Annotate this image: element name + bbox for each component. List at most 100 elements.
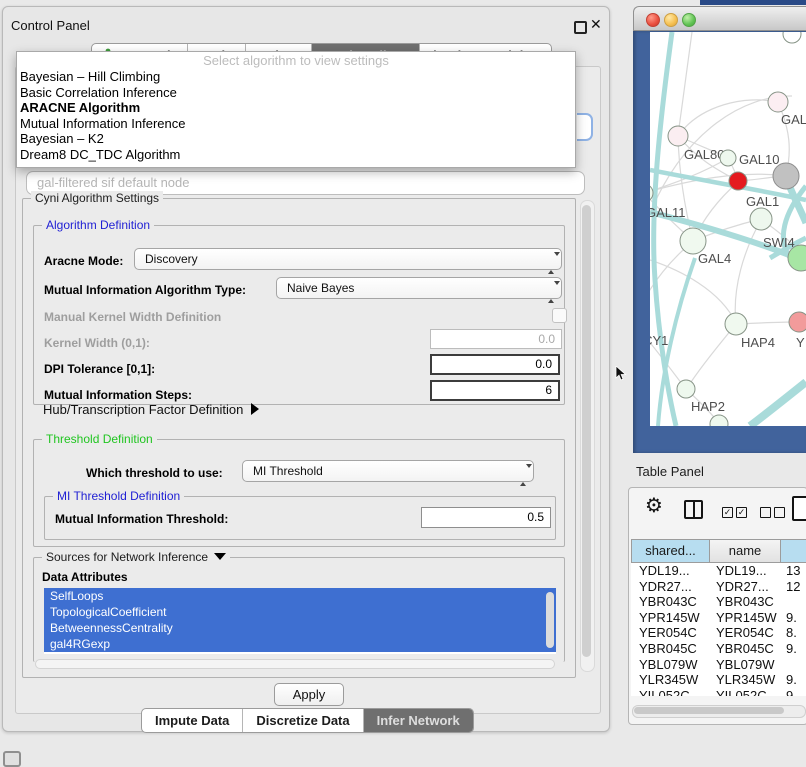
gear-icon[interactable]: ⚙ — [645, 496, 663, 516]
algorithm-option[interactable]: Bayesian – K2 — [17, 131, 575, 147]
scrollbar-thumb[interactable] — [582, 205, 591, 657]
table-cell: YIL052C — [631, 688, 710, 696]
algorithm-option[interactable]: Dream8 DC_TDC Algorithm — [17, 147, 575, 163]
algorithm-option[interactable]: Bayesian – Hill Climbing — [17, 69, 575, 85]
split-columns-icon[interactable] — [684, 500, 703, 519]
manual-kernel-checkbox[interactable] — [552, 308, 567, 323]
table-cell: 13 — [781, 563, 806, 579]
mi-steps-field[interactable]: 6 — [430, 380, 560, 401]
table-row[interactable]: YLR345WYLR345W9. — [631, 672, 806, 688]
network-node[interactable] — [773, 163, 799, 189]
table-body[interactable]: YDL19...YDL19...13YDR27...YDR27...12YBR0… — [631, 563, 806, 696]
close-traffic-light[interactable] — [646, 13, 660, 27]
table-row[interactable]: YER054CYER054C8. — [631, 625, 806, 641]
table-cell: 9. — [781, 688, 806, 696]
kernel-width-field[interactable]: 0.0 — [430, 329, 562, 349]
column-header-shared-name[interactable]: shared... — [631, 539, 710, 563]
sources-group: Sources for Network Inference Data Attri… — [33, 557, 565, 662]
zoom-traffic-light[interactable] — [682, 13, 696, 27]
tab-discretize-data[interactable]: Discretize Data — [242, 709, 362, 732]
table-cell: YIL052C — [710, 688, 781, 696]
settings-vertical-scrollbar[interactable] — [580, 200, 595, 672]
aracne-mode-label: Aracne Mode: — [44, 254, 123, 268]
gray-edges — [650, 32, 801, 422]
stepper-icon — [548, 253, 555, 273]
aracne-mode-select[interactable]: Discovery — [134, 248, 562, 270]
list-scrollbar-thumb[interactable] — [546, 592, 554, 648]
table-row[interactable]: YBR043CYBR043C — [631, 594, 806, 610]
hub-definition-expander[interactable]: Hub/Transcription Factor Definition — [43, 402, 259, 417]
tab-infer-network[interactable]: Infer Network — [363, 709, 473, 732]
apply-button[interactable]: Apply — [274, 683, 344, 706]
data-attribute-item[interactable]: BetweennessCentrality — [44, 620, 556, 636]
data-attributes-list[interactable]: SelfLoopsTopologicalCoefficientBetweenne… — [44, 588, 556, 654]
mouse-cursor — [615, 366, 627, 382]
minimize-traffic-light[interactable] — [664, 13, 678, 27]
dock-grip-icon[interactable] — [3, 751, 21, 767]
which-threshold-select[interactable]: MI Threshold — [242, 460, 534, 482]
settings-horizontal-scrollbar[interactable] — [35, 659, 555, 669]
algorithm-option[interactable]: ARACNE Algorithm — [17, 100, 575, 116]
network-node-hap2[interactable] — [677, 380, 695, 398]
float-window-icon[interactable] — [574, 21, 587, 34]
network-node-hap4[interactable] — [725, 313, 747, 335]
mi-type-select[interactable]: Naive Bayes — [276, 277, 562, 299]
network-node-gal1[interactable] — [729, 172, 747, 190]
stepper-icon — [548, 282, 555, 302]
cyni-bottom-tabbar: Impute Data Discretize Data Infer Networ… — [141, 708, 474, 733]
algorithm-definition-title: Algorithm Definition — [42, 218, 154, 232]
table-cell: 12 — [781, 579, 806, 595]
column-header-partial[interactable] — [781, 539, 806, 563]
network-node-gal[interactable] — [768, 92, 788, 112]
network-canvas[interactable]: GALGAL80GAL10GAL1GAL11GAL4SWI4GCY1HAP4YH… — [650, 32, 806, 426]
dpi-tolerance-field[interactable]: 0.0 — [430, 354, 560, 375]
data-attribute-item[interactable]: SelfLoops — [44, 588, 556, 604]
network-node-gal10[interactable] — [720, 150, 736, 166]
table-row[interactable]: YDR27...YDR27...12 — [631, 579, 806, 595]
algorithm-option[interactable]: Basic Correlation Inference — [17, 85, 575, 101]
checked-box-icon[interactable]: ✓ — [722, 507, 733, 518]
table-cell — [781, 657, 806, 673]
table-cell: 9. — [781, 610, 806, 626]
unchecked-box-icon[interactable] — [760, 507, 771, 518]
network-node-gal80[interactable] — [668, 126, 688, 146]
table-cell: YBR043C — [710, 594, 781, 610]
column-header-name[interactable]: name — [710, 539, 781, 563]
scrollbar-thumb[interactable] — [634, 707, 784, 714]
network-window-titlebar[interactable] — [633, 6, 806, 31]
table-cell: YBL079W — [710, 657, 781, 673]
mi-threshold-label: Mutual Information Threshold: — [55, 512, 228, 526]
data-attribute-item[interactable]: TopologicalCoefficient — [44, 604, 556, 620]
algorithm-definition-group: Algorithm Definition Aracne Mode: Discov… — [33, 225, 565, 405]
table-row[interactable]: YPR145WYPR145W9. — [631, 610, 806, 626]
table-horizontal-scrollbar[interactable] — [632, 705, 806, 718]
network-node[interactable] — [710, 415, 728, 426]
algorithm-option[interactable]: Mutual Information Inference — [17, 116, 575, 132]
network-node[interactable] — [750, 208, 772, 230]
data-attribute-item[interactable]: gal4RGexp — [44, 636, 556, 652]
checked-box-icon[interactable]: ✓ — [736, 507, 747, 518]
expand-arrow-icon — [251, 403, 259, 415]
unchecked-box-icon[interactable] — [774, 507, 785, 518]
node-label: GAL4 — [698, 251, 731, 266]
which-threshold-label: Which threshold to use: — [86, 466, 223, 480]
node-label: GAL11 — [650, 205, 686, 220]
table-row[interactable]: YBR045CYBR045C9. — [631, 641, 806, 657]
network-node-y[interactable] — [789, 312, 806, 332]
table-cell: 9. — [781, 641, 806, 657]
dpi-tolerance-label: DPI Tolerance [0,1]: — [44, 362, 155, 376]
tab-impute-data[interactable]: Impute Data — [142, 709, 242, 732]
algorithm-combo-fragment[interactable] — [577, 113, 593, 141]
table-cell: YPR145W — [631, 610, 710, 626]
table-row[interactable]: YIL052CYIL052C9. — [631, 688, 806, 696]
table-row[interactable]: YBL079WYBL079W — [631, 657, 806, 673]
control-panel-title: Control Panel — [11, 18, 90, 33]
teal-edges — [650, 32, 806, 426]
document-icon[interactable] — [792, 496, 806, 521]
data-attributes-label: Data Attributes — [42, 570, 128, 584]
table-cell: YDL19... — [631, 563, 710, 579]
mi-threshold-field[interactable]: 0.5 — [421, 507, 551, 528]
close-icon[interactable]: ✕ — [590, 16, 602, 33]
network-node[interactable] — [783, 32, 801, 43]
table-row[interactable]: YDL19...YDL19...13 — [631, 563, 806, 579]
